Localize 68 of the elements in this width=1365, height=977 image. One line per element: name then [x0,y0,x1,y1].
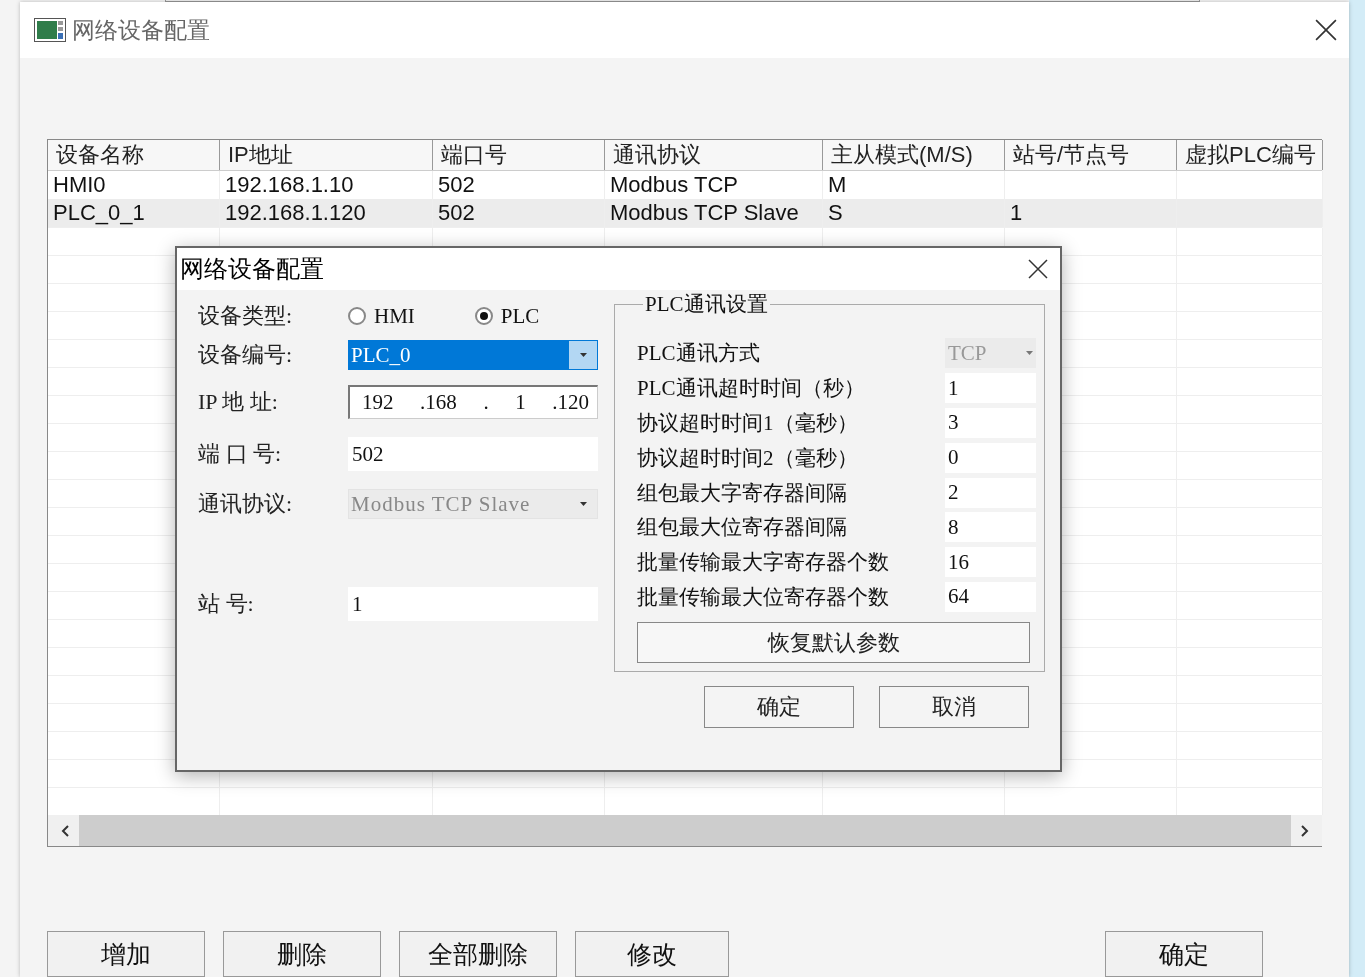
table-cell: 1 [1005,199,1177,227]
setting-input[interactable]: 0 [945,442,1036,473]
dropdown-caret-icon[interactable] [579,353,587,357]
setting-label: 批量传输最大字寄存器个数 [637,549,890,577]
radio-option[interactable]: HMI [348,303,415,329]
setting-label: 协议超时时间2（毫秒） [637,444,859,472]
column-header[interactable]: 通讯协议 [605,140,823,170]
setting-label: 批量传输最大位寄存器个数 [637,583,890,611]
confirm-button[interactable]: 确定 [1105,931,1263,977]
column-header[interactable]: 端口号 [433,140,605,170]
device-combo[interactable]: PLC_0 [348,340,598,370]
reset-button[interactable]: 恢复默认参数 [637,622,1030,663]
field-label: 站 号: [198,590,255,618]
ip-address-field[interactable]: 192 .168 . 1 .120 [348,384,598,419]
setting-label: 组包最大字寄存器间隔 [637,479,848,507]
combo-value: Modbus TCP Slave [350,490,532,518]
ip-number: .120 [552,389,589,415]
horizontal-scrollbar[interactable] [48,815,1322,846]
close-icon[interactable] [1315,19,1337,41]
table-cell: Modbus TCP Slave [605,199,823,227]
combo-value: PLC_0 [349,341,569,369]
column-header[interactable]: 虚拟PLC编号 [1177,140,1323,170]
radio-icon[interactable] [348,307,366,325]
setting-input[interactable]: 8 [945,512,1036,543]
column-header[interactable]: 主从模式(M/S) [823,140,1005,170]
group-title: PLC通讯设置 [644,291,769,318]
setting-input[interactable]: 1 [945,373,1036,404]
ip-number: 192 [362,389,394,415]
table-cell: 502 [433,199,605,227]
action-button[interactable]: 全部删除 [399,931,557,977]
scroll-left-icon[interactable] [61,824,69,837]
field-label: 端 口 号: [198,440,283,468]
field-label: 设备类型: [198,302,294,330]
field-label: 通讯协议: [198,490,294,518]
setting-label: 组包最大位寄存器间隔 [637,514,848,542]
ip-number: .168 [420,389,457,415]
dialog-button[interactable]: 确定 [704,686,854,728]
input-field[interactable]: 502 [348,437,598,471]
ip-number: 1 [515,389,526,415]
table-cell: 192.168.1.120 [220,199,433,227]
setting-input[interactable]: 3 [945,407,1036,438]
ip-number: . [483,389,489,415]
field-label: IP 地 址: [198,387,279,416]
window-title: 网络设备配置 [72,15,211,45]
column-header[interactable]: IP地址 [220,140,433,170]
column-header[interactable]: 站号/节点号 [1005,140,1177,170]
scroll-right-icon[interactable] [1301,824,1309,837]
window-icon [34,18,66,42]
field-label: 设备编号: [198,341,294,369]
column-header[interactable]: 设备名称 [48,140,220,170]
radio-option[interactable]: PLC [474,303,540,329]
action-button[interactable]: 删除 [223,931,381,977]
action-button[interactable]: 增加 [47,931,205,977]
input-field[interactable]: 1 [348,587,598,621]
setting-input[interactable]: 2 [945,477,1036,508]
setting-input[interactable]: 16 [945,547,1036,578]
table-cell: S [823,199,1005,227]
close-icon[interactable] [1028,259,1048,279]
dialog-button[interactable]: 取消 [879,686,1029,728]
setting-input[interactable]: 64 [945,581,1036,612]
setting-label: PLC通讯超时时间（秒） [637,375,866,403]
setting-label: 协议超时时间1（毫秒） [637,409,859,437]
table-cell: PLC_0_1 [48,199,220,227]
dialog-title: 网络设备配置 [180,255,325,284]
radio-icon[interactable] [474,307,493,325]
table-row[interactable]: PLC_0_1 192.168.1.120 502 Modbus TCP Slave S 1 [48,199,1322,227]
setting-label: PLC通讯方式 [637,340,761,368]
action-button[interactable]: 修改 [575,931,729,977]
